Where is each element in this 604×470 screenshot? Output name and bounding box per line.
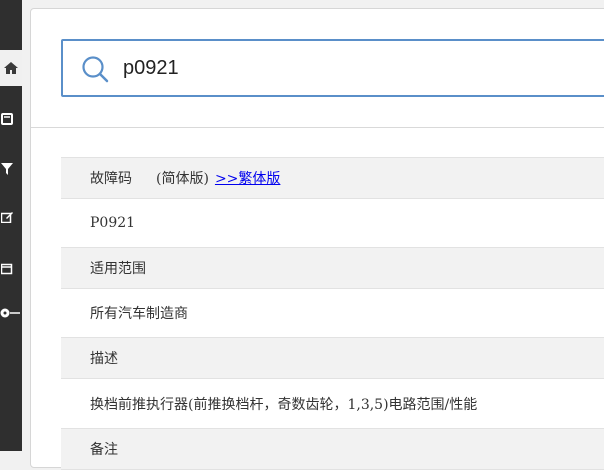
table-row-description-header: 描述: [61, 338, 604, 379]
code-label: 故障码: [90, 171, 132, 187]
toggle-icon[interactable]: [0, 306, 20, 320]
home-icon[interactable]: [0, 50, 22, 86]
notes-label: 备注: [90, 442, 118, 458]
window-icon[interactable]: [0, 262, 14, 276]
divider: [31, 127, 604, 128]
table-row-notes-header: 备注: [61, 429, 604, 470]
filter-icon[interactable]: [0, 162, 14, 176]
search-icon[interactable]: [81, 55, 109, 87]
scope-value: 所有汽车制造商: [90, 306, 188, 322]
table-row-code-value: P0921: [61, 199, 604, 248]
search-input[interactable]: [123, 51, 603, 85]
main-panel: 故障码 (简体版) >>繁体版 P0921 适用范围 所有汽车制造商 描述 换档…: [30, 8, 604, 470]
description-label: 描述: [90, 351, 118, 367]
version-label: (简体版): [156, 171, 209, 187]
table-row-scope-value: 所有汽车制造商: [61, 289, 604, 338]
code-value: P0921: [90, 215, 136, 231]
table-row-description-value: 换档前推执行器(前推换档杆，奇数齿轮，1,3,5)电路范围/性能: [61, 379, 604, 429]
search-box[interactable]: [61, 39, 604, 97]
book-icon[interactable]: [0, 112, 14, 126]
traditional-version-link[interactable]: >>繁体版: [215, 168, 280, 188]
scope-label: 适用范围: [90, 261, 146, 277]
edit-icon[interactable]: [0, 210, 14, 224]
result-table: 故障码 (简体版) >>繁体版 P0921 适用范围 所有汽车制造商 描述 换档…: [61, 157, 604, 470]
sidebar: [0, 0, 22, 451]
table-row-scope-header: 适用范围: [61, 248, 604, 289]
description-value: 换档前推执行器(前推换档杆，奇数齿轮，1,3,5)电路范围/性能: [90, 396, 478, 413]
table-row-code-header: 故障码 (简体版) >>繁体版: [61, 158, 604, 199]
